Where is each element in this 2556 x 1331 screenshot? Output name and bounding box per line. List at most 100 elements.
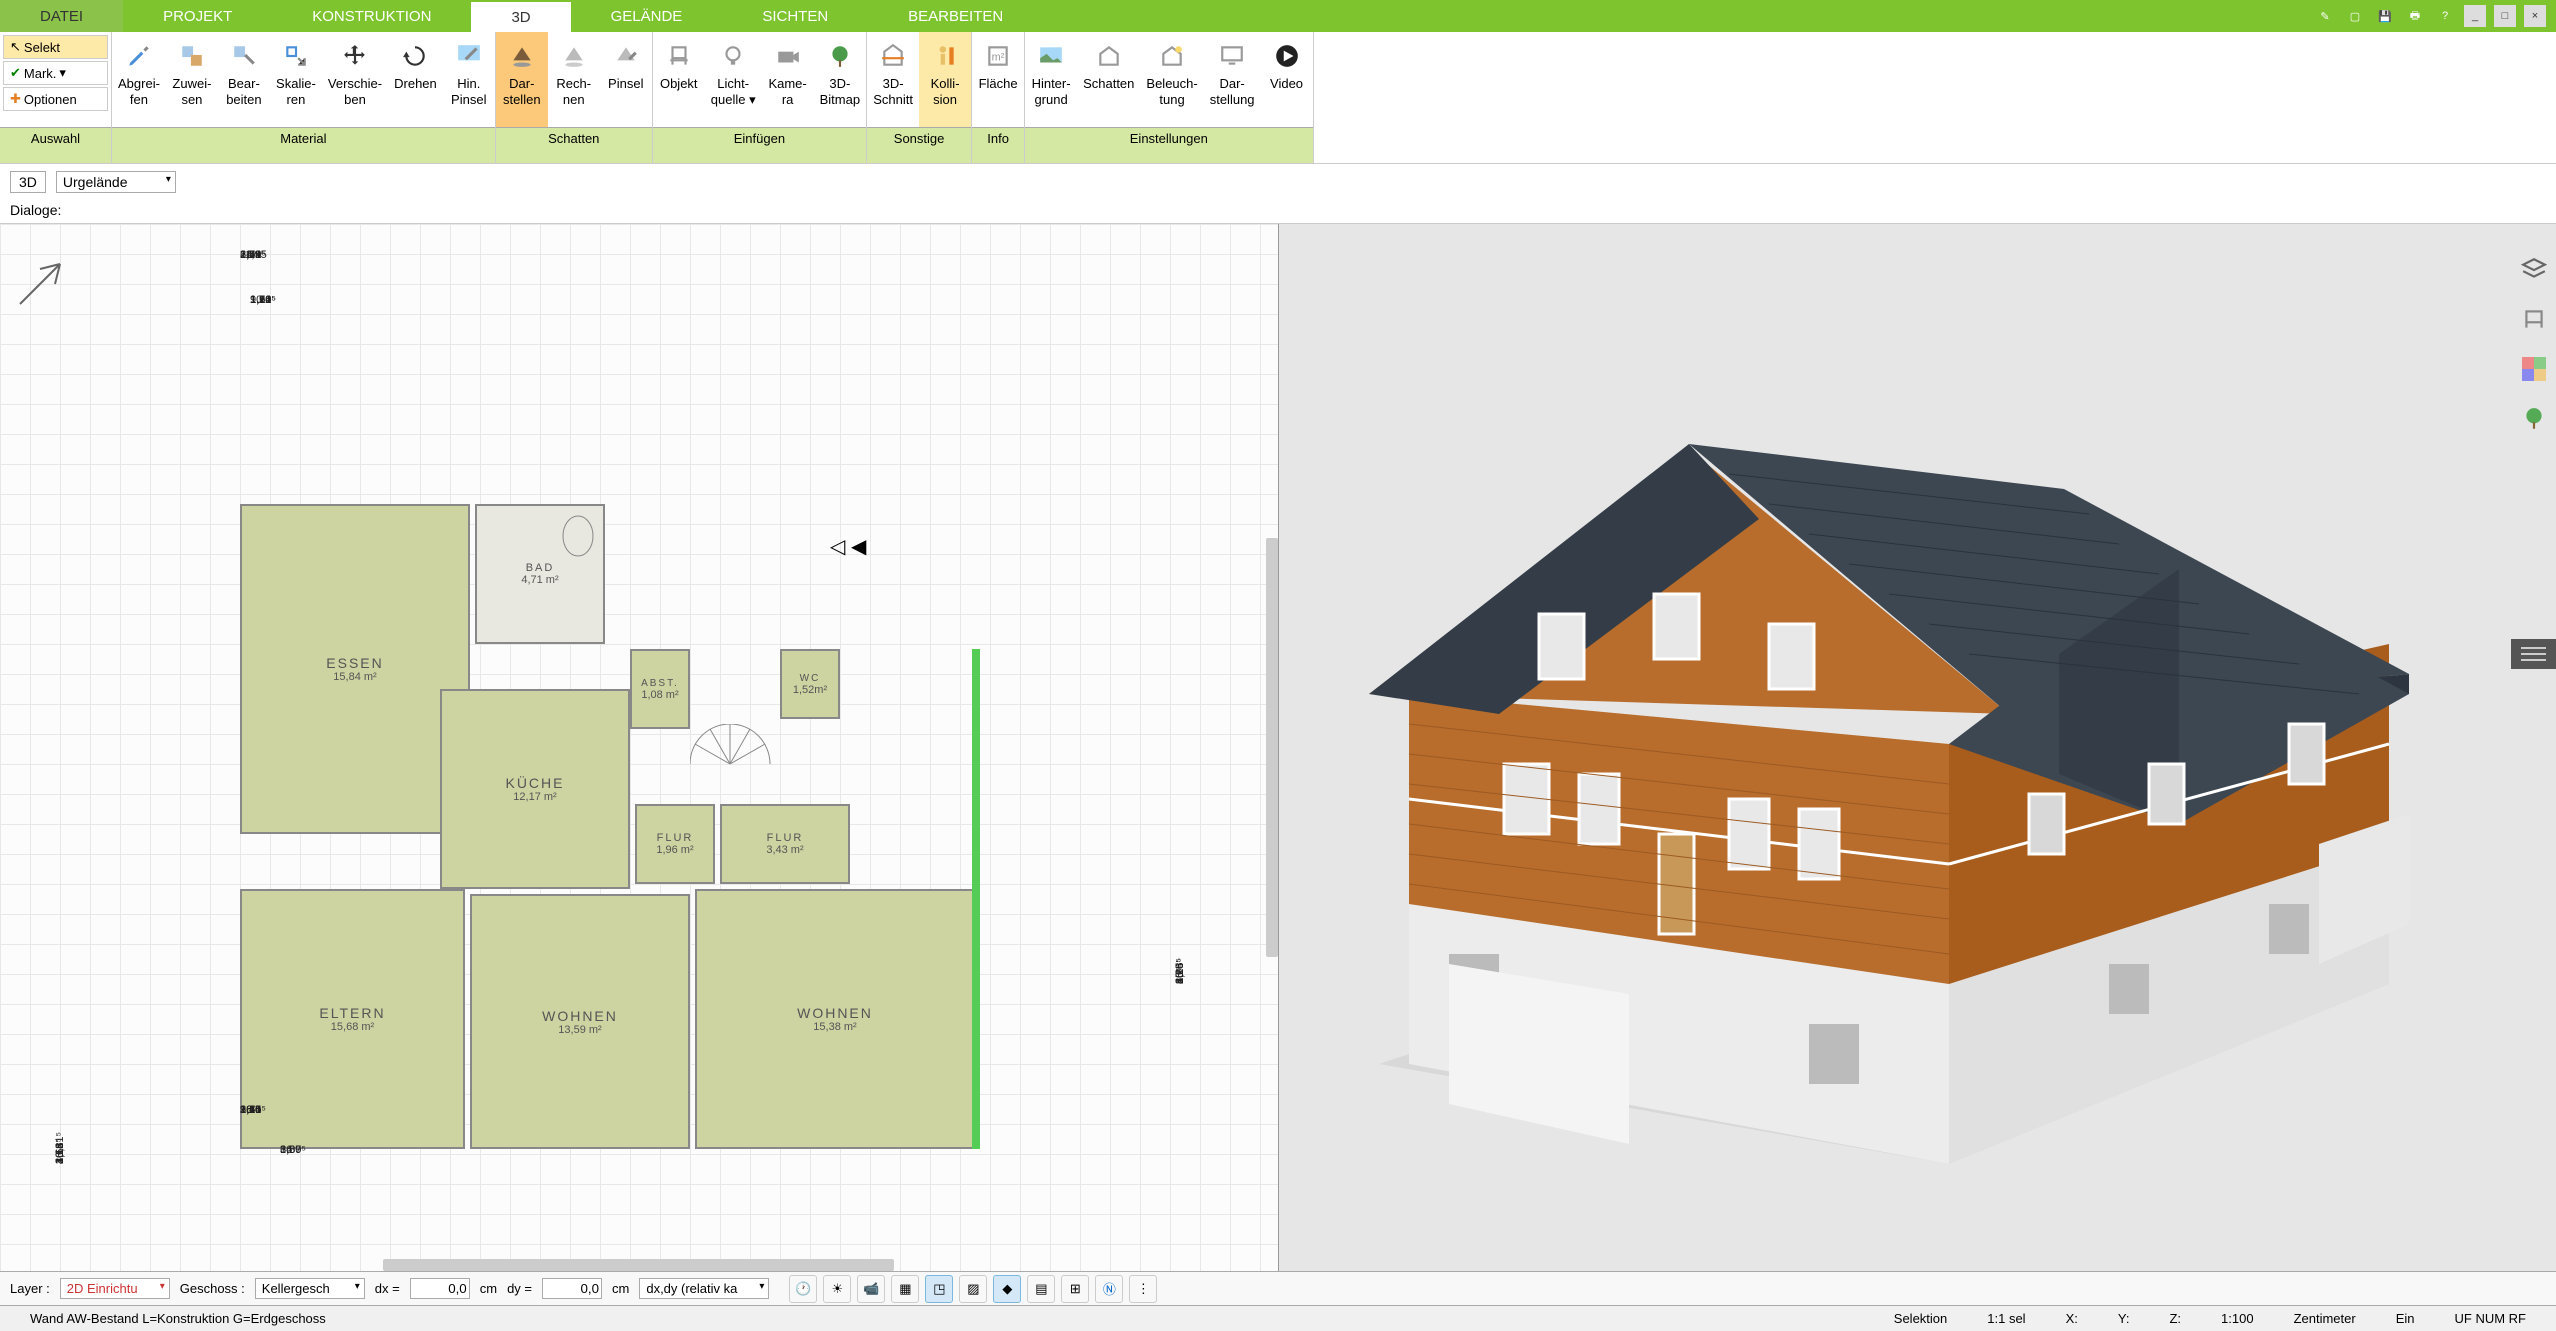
view-2d[interactable]: 363,442,521,71⁵6,69142,1911,952,08 1,511… xyxy=(0,224,1279,1271)
play-icon xyxy=(1271,40,1303,72)
room-wc[interactable]: WC1,52m² xyxy=(780,649,840,719)
north-arrow-icon xyxy=(10,254,70,314)
menu-gelaende[interactable]: GELÄNDE xyxy=(571,0,723,32)
terrain-dropdown[interactable]: Urgelände xyxy=(56,171,176,193)
grid-icon[interactable]: ⊞ xyxy=(1061,1275,1089,1303)
zuweisen-button[interactable]: Zuwei-sen xyxy=(166,32,218,127)
coord-mode-dropdown[interactable]: dx,dy (relativ ka xyxy=(639,1278,769,1299)
colors-tool-icon[interactable] xyxy=(2519,354,2549,384)
hin-pinsel-button[interactable]: Hin.Pinsel xyxy=(443,32,495,127)
3d-schnitt-button[interactable]: 3D-Schnitt xyxy=(867,32,919,127)
shaded-icon[interactable]: ◆ xyxy=(993,1275,1021,1303)
clock-icon[interactable]: 🕐 xyxy=(789,1275,817,1303)
pencil-icon[interactable]: ✎ xyxy=(2314,5,2336,27)
scrollbar-vertical[interactable] xyxy=(1266,538,1278,957)
kollision-button[interactable]: Kolli-sion xyxy=(919,32,971,127)
status-z: Z: xyxy=(2149,1311,2201,1326)
panel-handle[interactable] xyxy=(2511,639,2556,669)
menu-3d[interactable]: 3D xyxy=(471,0,570,32)
sun-icon[interactable]: ☀ xyxy=(823,1275,851,1303)
print-icon[interactable]: 🖶 xyxy=(2404,5,2426,27)
house-shadow-icon xyxy=(1093,40,1125,72)
chair-icon xyxy=(663,40,695,72)
background-icon xyxy=(1035,40,1067,72)
room-flur1[interactable]: FLUR1,96 m² xyxy=(635,804,715,884)
textured-icon[interactable]: ▤ xyxy=(1027,1275,1055,1303)
floorplan[interactable]: ESSEN15,84 m² BAD4,71 m² KÜCHE12,17 m² A… xyxy=(240,504,980,1154)
save-icon[interactable]: 💾 xyxy=(2374,5,2396,27)
shadow-display-icon xyxy=(506,40,538,72)
furniture-tool-icon[interactable] xyxy=(2519,304,2549,334)
hintergrund-button[interactable]: Hinter-grund xyxy=(1025,32,1077,127)
lichtquelle-button[interactable]: Licht-quelle ▾ xyxy=(705,32,762,127)
group-einfuegen: Einfügen xyxy=(653,127,866,163)
north-icon[interactable]: Ⓝ xyxy=(1095,1275,1123,1303)
close-icon[interactable]: × xyxy=(2524,5,2546,27)
bearbeiten-button[interactable]: Bear-beiten xyxy=(218,32,270,127)
layer-dropdown[interactable]: 2D Einrichtu xyxy=(60,1278,170,1299)
beleuchtung-button[interactable]: Beleuch-tung xyxy=(1140,32,1203,127)
menu-projekt[interactable]: PROJEKT xyxy=(123,0,272,32)
verschieben-button[interactable]: Verschie-ben xyxy=(322,32,388,127)
rechnen-button[interactable]: Rech-nen xyxy=(548,32,600,127)
dx-input[interactable] xyxy=(410,1278,470,1299)
room-eltern[interactable]: ELTERN15,68 m² xyxy=(240,889,465,1149)
help-icon[interactable]: ? xyxy=(2434,5,2456,27)
geschoss-dropdown[interactable]: Kellergesch xyxy=(255,1278,365,1299)
section-icon xyxy=(877,40,909,72)
bottom-icon-group: 🕐 ☀ 📹 ▦ ◳ ▨ ◆ ▤ ⊞ Ⓝ ⋮ xyxy=(789,1275,1157,1303)
room-abst[interactable]: ABST.1,08 m² xyxy=(630,649,690,729)
3d-bitmap-button[interactable]: 3D-Bitmap xyxy=(814,32,866,127)
window-icon[interactable]: ▢ xyxy=(2344,5,2366,27)
scale-icon xyxy=(280,40,312,72)
darstellung-button[interactable]: Dar-stellung xyxy=(1204,32,1261,127)
scrollbar-horizontal[interactable] xyxy=(383,1259,894,1271)
abgreifen-button[interactable]: Abgrei-fen xyxy=(112,32,166,127)
room-essen[interactable]: ESSEN15,84 m² xyxy=(240,504,470,834)
menu-konstruktion[interactable]: KONSTRUKTION xyxy=(272,0,471,32)
eyedropper-icon xyxy=(123,40,155,72)
svg-text:m²: m² xyxy=(992,51,1005,63)
hidden-line-icon[interactable]: ▨ xyxy=(959,1275,987,1303)
layers-icon[interactable]: ▦ xyxy=(891,1275,919,1303)
video-button[interactable]: Video xyxy=(1261,32,1313,127)
objekt-button[interactable]: Objekt xyxy=(653,32,705,127)
pinsel-button[interactable]: Pinsel xyxy=(600,32,652,127)
menu-bearbeiten[interactable]: BEARBEITEN xyxy=(868,0,1043,32)
camera-icon xyxy=(772,40,804,72)
lightbulb-icon xyxy=(717,40,749,72)
menu-sichten[interactable]: SICHTEN xyxy=(722,0,868,32)
wireframe-icon[interactable]: ◳ xyxy=(925,1275,953,1303)
darstellen-button[interactable]: Dar-stellen xyxy=(496,32,548,127)
maximize-icon[interactable]: □ xyxy=(2494,5,2516,27)
group-auswahl: Auswahl xyxy=(0,127,111,163)
unit-cm-2: cm xyxy=(612,1281,629,1296)
video-cam-icon[interactable]: 📹 xyxy=(857,1275,885,1303)
selekt-button[interactable]: ↖Selekt xyxy=(3,35,108,59)
selected-wall[interactable] xyxy=(972,649,980,1149)
layers-tool-icon[interactable] xyxy=(2519,254,2549,284)
view-3d[interactable] xyxy=(1279,224,2556,1271)
room-wohnen1[interactable]: WOHNEN13,59 m² xyxy=(470,894,690,1149)
room-wohnen2[interactable]: WOHNEN15,38 m² xyxy=(695,889,975,1149)
tree-tool-icon[interactable] xyxy=(2519,404,2549,434)
schatten-settings-button[interactable]: Schatten xyxy=(1077,32,1140,127)
more-icon[interactable]: ⋮ xyxy=(1129,1275,1157,1303)
room-flur2[interactable]: FLUR3,43 m² xyxy=(720,804,850,884)
room-bad[interactable]: BAD4,71 m² xyxy=(475,504,605,644)
menu-datei[interactable]: DATEI xyxy=(0,0,123,32)
status-scale: 1:100 xyxy=(2201,1311,2274,1326)
skalieren-button[interactable]: Skalie-ren xyxy=(270,32,322,127)
bottom-bar: Layer : 2D Einrichtu Geschoss : Kellerge… xyxy=(0,1271,2556,1305)
room-kueche[interactable]: KÜCHE12,17 m² xyxy=(440,689,630,889)
drehen-button[interactable]: Drehen xyxy=(388,32,443,127)
status-y: Y: xyxy=(2098,1311,2150,1326)
stairs-icon xyxy=(690,724,780,804)
flaeche-button[interactable]: m²Fläche xyxy=(972,32,1024,127)
dy-input[interactable] xyxy=(542,1278,602,1299)
kamera-button[interactable]: Kame-ra xyxy=(762,32,814,127)
optionen-button[interactable]: ✚Optionen xyxy=(3,87,108,111)
group-sonstige: Sonstige xyxy=(867,127,971,163)
minimize-icon[interactable]: _ xyxy=(2464,5,2486,27)
mark-button[interactable]: ✔Mark.▾ xyxy=(3,61,108,85)
